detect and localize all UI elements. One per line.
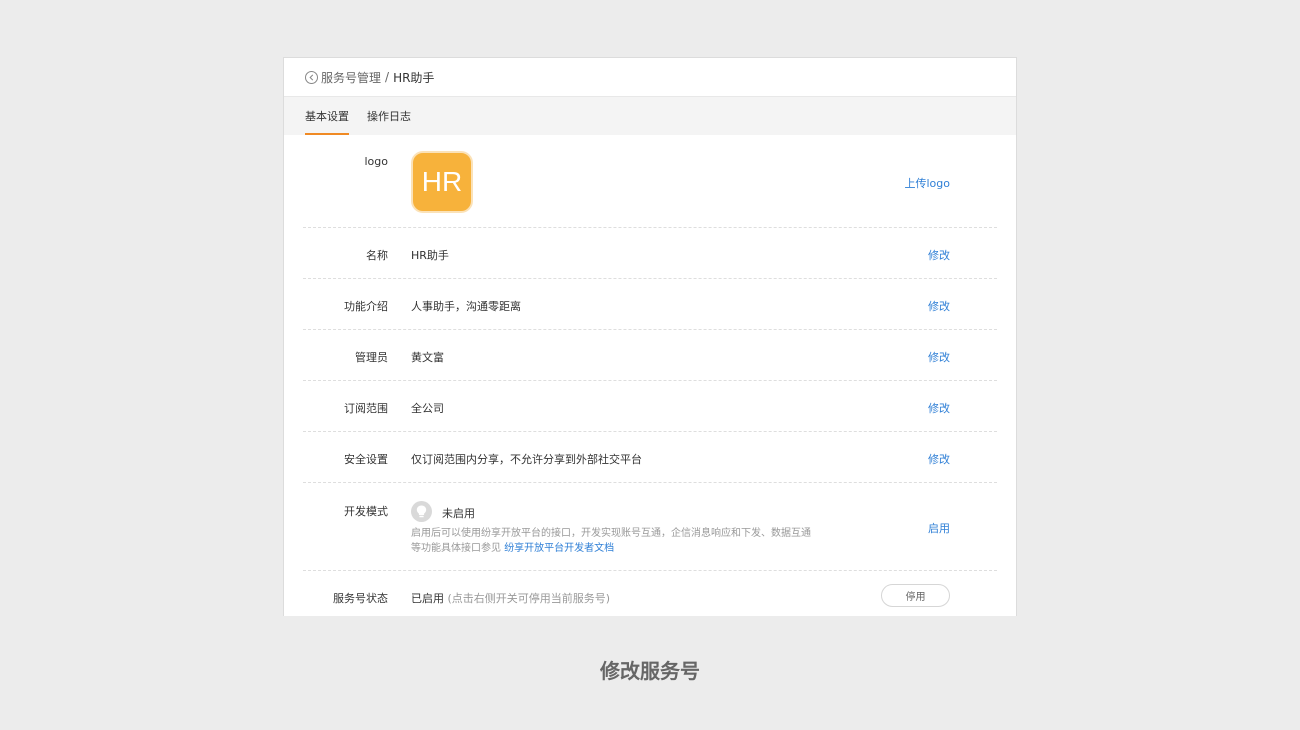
settings-row-dev-mode: 开发模式 未启用 启用后可以使用纷享开放平台的接口，开发实现账号互通，企信消息响… [303, 483, 997, 571]
edit-admin-link[interactable]: 修改 [928, 349, 950, 365]
admin-label: 管理员 [355, 351, 388, 364]
settings-row-status: 服务号状态 已启用 (点击右侧开关可停用当前服务号) 停用 [303, 571, 997, 616]
scope-label: 订阅范围 [344, 402, 388, 415]
settings-row-name: 名称 HR助手 修改 [303, 228, 997, 279]
edit-name-link[interactable]: 修改 [928, 247, 950, 263]
tab-operation-log[interactable]: 操作日志 [367, 97, 411, 135]
developer-docs-link[interactable]: 纷享开放平台开发者文档 [504, 543, 614, 554]
breadcrumb-current: HR助手 [393, 70, 435, 85]
security-label: 安全设置 [344, 453, 388, 466]
settings-row-security: 安全设置 仅订阅范围内分享，不允许分享到外部社交平台 修改 [303, 432, 997, 483]
description-label: 功能介绍 [344, 300, 388, 313]
status-value-group: 已启用 (点击右侧开关可停用当前服务号) [411, 590, 610, 606]
upload-logo-link[interactable]: 上传logo [905, 175, 951, 191]
security-value: 仅订阅范围内分享，不允许分享到外部社交平台 [411, 453, 642, 466]
name-label: 名称 [366, 249, 388, 262]
service-account-panel: 服务号管理 / HR助手 基本设置 操作日志 logo HR 上传logo 名称… [283, 57, 1017, 616]
settings-row-description: 功能介绍 人事助手，沟通零距离 修改 [303, 279, 997, 330]
breadcrumb-parent-link[interactable]: 服务号管理 [321, 69, 381, 86]
service-logo: HR [411, 151, 473, 213]
tab-bar: 基本设置 操作日志 [284, 97, 1016, 135]
settings-row-logo: logo HR 上传logo [303, 135, 997, 228]
edit-description-link[interactable]: 修改 [928, 298, 950, 314]
page-caption: 修改服务号 [600, 659, 700, 683]
scope-value: 全公司 [411, 402, 444, 415]
tab-basic-settings[interactable]: 基本设置 [305, 97, 349, 135]
lightbulb-icon [411, 501, 432, 522]
logo-label: logo [364, 155, 389, 168]
settings-list: logo HR 上传logo 名称 HR助手 修改 功能介绍 人事助手，沟通零距… [284, 135, 1016, 616]
edit-security-link[interactable]: 修改 [928, 451, 950, 467]
name-value: HR助手 [411, 249, 449, 262]
dev-mode-label: 开发模式 [344, 505, 388, 518]
breadcrumb-separator: / [385, 70, 390, 84]
dev-mode-description: 启用后可以使用纷享开放平台的接口，开发实现账号互通，企信消息响应和下发、数据互通… [411, 526, 811, 556]
back-circle-icon[interactable] [305, 70, 318, 84]
edit-scope-link[interactable]: 修改 [928, 400, 950, 416]
description-value: 人事助手，沟通零距离 [411, 300, 521, 313]
status-label: 服务号状态 [333, 592, 388, 605]
admin-value: 黄文富 [411, 351, 444, 364]
logo-text: HR [421, 166, 463, 197]
status-hint: (点击右侧开关可停用当前服务号) [447, 592, 611, 605]
disable-button[interactable]: 停用 [881, 584, 950, 607]
enable-dev-mode-link[interactable]: 启用 [928, 520, 950, 536]
settings-row-scope: 订阅范围 全公司 修改 [303, 381, 997, 432]
settings-row-admin: 管理员 黄文富 修改 [303, 330, 997, 381]
dev-mode-status: 未启用 [442, 507, 475, 520]
status-value: 已启用 [411, 592, 444, 605]
breadcrumb: 服务号管理 / HR助手 [284, 58, 1016, 97]
